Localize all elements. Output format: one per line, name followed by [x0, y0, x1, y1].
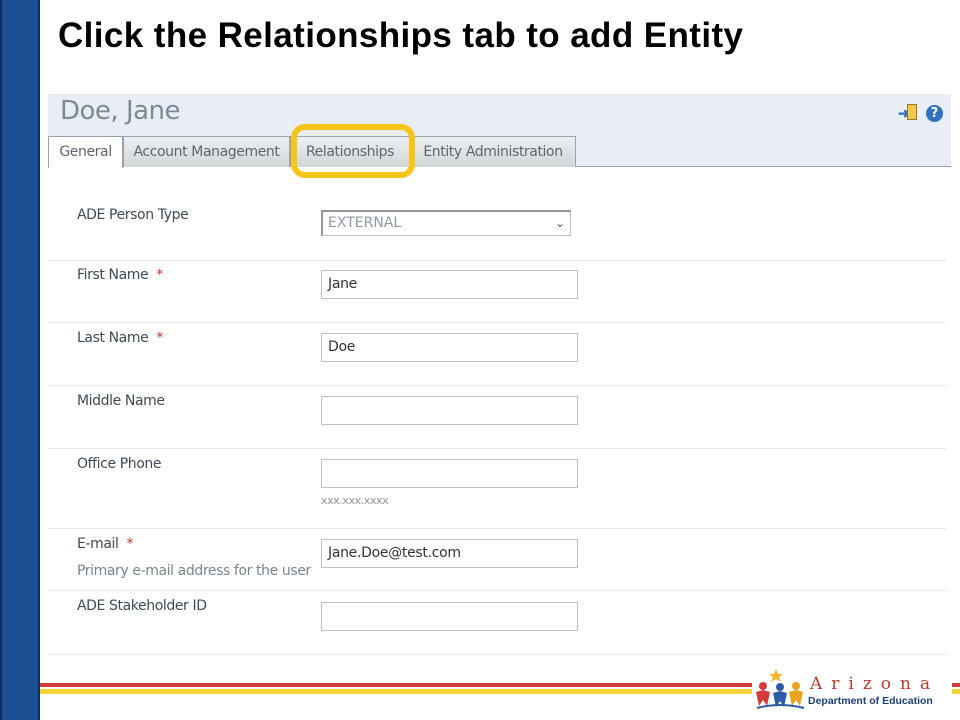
email-label: E-mail *: [77, 536, 134, 552]
row-person-type: ADE Person Type EXTERNAL ⌄: [48, 180, 946, 261]
office-phone-input[interactable]: [321, 459, 578, 488]
office-phone-hint: xxx.xxx.xxxx: [321, 494, 389, 507]
row-first-name: First Name * Jane: [48, 260, 946, 323]
slide-title: Click the Relationships tab to add Entit…: [58, 16, 744, 55]
first-name-input[interactable]: Jane: [321, 270, 578, 299]
app-window: Doe, Jane ➜ ? General Account Management…: [48, 94, 951, 664]
middle-name-label: Middle Name: [77, 393, 165, 409]
middle-name-input[interactable]: [321, 396, 578, 425]
logo-subtitle: Department of Education: [808, 695, 933, 707]
required-marker: *: [156, 330, 163, 346]
record-name: Doe, Jane: [60, 96, 181, 126]
people-logo-icon: [756, 669, 805, 709]
header-icons: ➜ ?: [898, 103, 943, 123]
tab-bar: General Account Management Relationships…: [48, 136, 951, 168]
row-last-name: Last Name * Doe: [48, 322, 946, 386]
record-header: Doe, Jane ➜ ?: [48, 94, 951, 136]
tab-account-management[interactable]: Account Management: [123, 136, 290, 167]
relationships-highlight: [291, 124, 415, 178]
office-phone-label: Office Phone: [77, 456, 162, 472]
tab-entity-administration[interactable]: Entity Administration: [410, 136, 576, 167]
row-stakeholder-id: ADE Stakeholder ID: [48, 590, 946, 655]
last-name-input[interactable]: Doe: [321, 333, 578, 362]
email-input[interactable]: Jane.Doe@test.com: [321, 539, 578, 568]
logo-name: Arizona: [810, 674, 940, 694]
email-description: Primary e-mail address for the user: [77, 563, 311, 579]
person-type-select[interactable]: EXTERNAL ⌄: [321, 210, 571, 236]
left-accent-bar: [0, 0, 40, 720]
person-type-value: EXTERNAL: [328, 215, 402, 231]
stakeholder-id-input[interactable]: [321, 602, 578, 631]
arizona-ade-logo: Arizona Department of Education: [752, 662, 952, 712]
row-middle-name: Middle Name: [48, 385, 946, 449]
row-office-phone: Office Phone xxx.xxx.xxxx: [48, 448, 946, 529]
first-name-label: First Name *: [77, 267, 163, 283]
last-name-label: Last Name *: [77, 330, 163, 346]
chevron-down-icon: ⌄: [554, 216, 565, 230]
row-email: E-mail * Primary e-mail address for the u…: [48, 528, 946, 591]
action-icon[interactable]: ➜: [898, 103, 920, 123]
required-marker: *: [126, 536, 134, 552]
person-type-label: ADE Person Type: [77, 207, 189, 223]
help-icon[interactable]: ?: [926, 104, 943, 122]
stakeholder-id-label: ADE Stakeholder ID: [77, 598, 207, 614]
tab-general[interactable]: General: [48, 136, 123, 168]
required-marker: *: [156, 267, 163, 283]
